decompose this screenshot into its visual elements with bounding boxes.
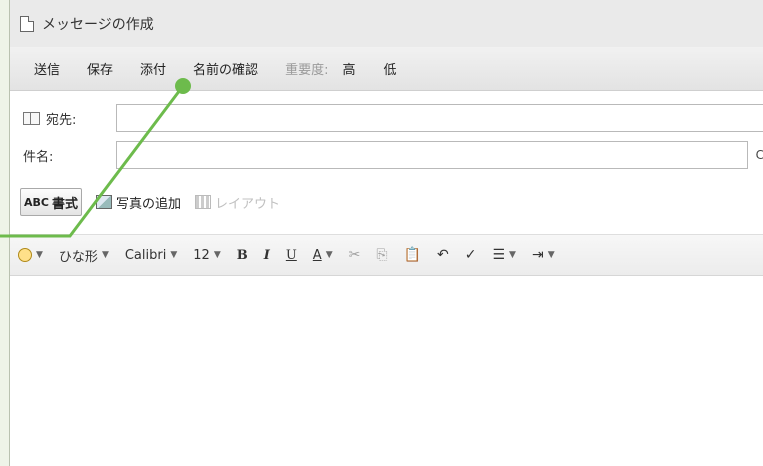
photo-icon bbox=[96, 195, 112, 209]
font-color-dropdown[interactable]: A ▼ bbox=[313, 248, 333, 263]
formatting-toolbar: ▼ ひな形 ▼ Calibri ▼ 12 ▼ B I U A ▼ ✂ ⎘ 📋 ↶ ✓ ☰… bbox=[10, 234, 763, 276]
bold-button[interactable]: B bbox=[237, 248, 248, 263]
clipboard-icon: 📋 bbox=[403, 247, 421, 263]
underline-button[interactable]: U bbox=[286, 248, 297, 263]
copy-icon: ⎘ bbox=[376, 247, 388, 263]
font-size-label: 12 bbox=[193, 247, 210, 263]
importance-low-button[interactable]: 低 bbox=[383, 59, 396, 78]
list-icon: ☰ bbox=[492, 247, 506, 263]
save-button[interactable]: 保存 bbox=[87, 59, 113, 78]
chevron-down-icon: ▼ bbox=[509, 250, 516, 260]
title-bar: メッセージの作成 bbox=[10, 0, 763, 47]
layout-label: レイアウト bbox=[215, 196, 281, 212]
copy-button[interactable]: ⎘ bbox=[376, 247, 387, 263]
chevron-down-icon: ▼ bbox=[213, 250, 221, 260]
chevron-down-icon: ▼ bbox=[325, 250, 333, 260]
undo-button[interactable]: ↶ bbox=[437, 247, 449, 263]
chevron-down-icon: ▼ bbox=[170, 250, 178, 260]
smiley-icon bbox=[18, 248, 32, 262]
chevron-down-icon: ▼ bbox=[547, 250, 555, 260]
bullets-dropdown[interactable]: ☰ ▼ bbox=[492, 247, 515, 263]
cut-button[interactable]: ✂ bbox=[349, 247, 361, 263]
new-message-icon bbox=[20, 15, 34, 32]
compose-window: メッセージの作成 送信 保存 添付 名前の確認 重要度: 高 低 宛先: 件名:… bbox=[9, 0, 763, 466]
send-button[interactable]: 送信 bbox=[34, 59, 60, 78]
chevron-down-icon: ▼ bbox=[36, 250, 43, 260]
template-dropdown[interactable]: ひな形 ▼ bbox=[59, 246, 109, 265]
layout-icon bbox=[195, 195, 212, 209]
compose-tools: ABC 書式 写真の追加 レイアウト bbox=[10, 182, 763, 222]
template-label: ひな形 bbox=[58, 249, 98, 265]
undo-icon: ↶ bbox=[437, 247, 449, 263]
address-fields: 宛先: 件名: C bbox=[10, 92, 763, 182]
address-book-icon[interactable] bbox=[23, 111, 40, 125]
indent-dropdown[interactable]: ⇥ ▼ bbox=[532, 247, 555, 263]
spellcheck-icon: ✓ bbox=[464, 247, 477, 263]
font-color-label: A bbox=[312, 247, 322, 263]
command-bar: 送信 保存 添付 名前の確認 重要度: 高 低 bbox=[10, 47, 763, 91]
scissors-icon: ✂ bbox=[348, 247, 361, 263]
emoticon-dropdown[interactable]: ▼ bbox=[18, 248, 43, 262]
cc-hint: C bbox=[755, 148, 763, 162]
add-photo-button[interactable]: 写真の追加 bbox=[96, 193, 181, 212]
format-icon: ABC bbox=[24, 195, 49, 209]
message-body-editor[interactable] bbox=[10, 277, 763, 466]
italic-button[interactable]: I bbox=[264, 248, 270, 263]
subject-label: 件名: bbox=[23, 149, 54, 165]
subject-row: 件名: C bbox=[10, 138, 763, 172]
to-label: 宛先: bbox=[46, 112, 77, 128]
to-row: 宛先: bbox=[10, 101, 763, 135]
attach-button[interactable]: 添付 bbox=[140, 59, 166, 78]
to-input[interactable] bbox=[116, 104, 763, 132]
add-photo-label: 写真の追加 bbox=[116, 196, 182, 212]
paste-button[interactable]: 📋 bbox=[404, 247, 421, 263]
format-button[interactable]: ABC 書式 bbox=[20, 188, 82, 216]
importance-high-button[interactable]: 高 bbox=[342, 59, 355, 78]
format-label: 書式 bbox=[51, 196, 78, 212]
chevron-down-icon: ▼ bbox=[101, 250, 109, 260]
check-names-button[interactable]: 名前の確認 bbox=[193, 59, 258, 78]
window-title: メッセージの作成 bbox=[42, 16, 154, 33]
font-label: Calibri bbox=[124, 247, 167, 263]
font-dropdown[interactable]: Calibri ▼ bbox=[125, 248, 177, 263]
font-size-dropdown[interactable]: 12 ▼ bbox=[193, 248, 220, 263]
importance-label: 重要度: bbox=[285, 63, 329, 78]
indent-icon: ⇥ bbox=[531, 247, 544, 263]
spellcheck-button[interactable]: ✓ bbox=[465, 247, 477, 263]
to-label-wrap[interactable]: 宛先: bbox=[10, 109, 116, 128]
subject-input[interactable] bbox=[115, 141, 748, 169]
layout-button[interactable]: レイアウト bbox=[195, 193, 280, 212]
